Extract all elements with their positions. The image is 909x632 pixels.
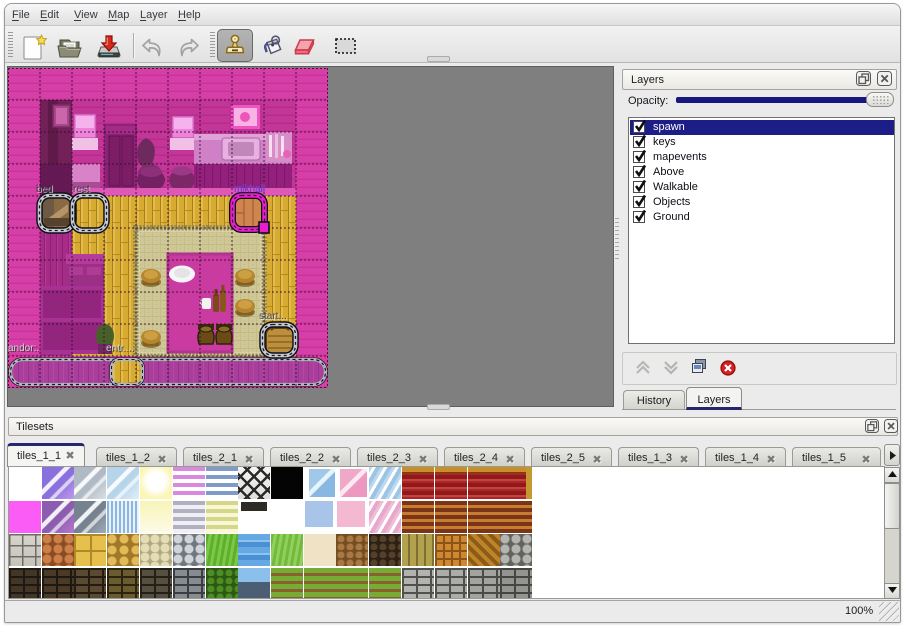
svg-text:rest: rest <box>73 184 90 195</box>
svg-text:mikhail: mikhail <box>234 184 265 195</box>
svg-text:andor:.: andor:. <box>8 343 39 354</box>
svg-text:start...: start... <box>259 311 287 322</box>
svg-text:entr....: entr.... <box>106 343 134 354</box>
svg-text:bed: bed <box>36 184 53 195</box>
